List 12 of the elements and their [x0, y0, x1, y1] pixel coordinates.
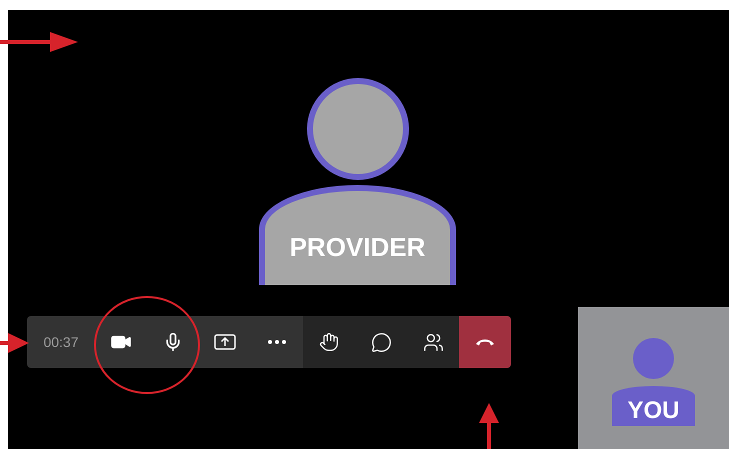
call-timer: 00:37	[42, 333, 80, 352]
phone-handset-icon	[475, 338, 495, 346]
annotation-arrow	[0, 333, 29, 353]
more-icon	[268, 340, 286, 344]
self-name: YOU	[627, 399, 680, 423]
annotation-arrow	[479, 403, 499, 449]
participant-name: PROVIDER	[290, 232, 426, 263]
chat-bubble-icon	[370, 332, 392, 352]
avatar-head	[633, 338, 674, 379]
hand-icon	[319, 332, 339, 352]
people-icon	[422, 332, 444, 352]
share-screen-icon	[214, 334, 236, 350]
